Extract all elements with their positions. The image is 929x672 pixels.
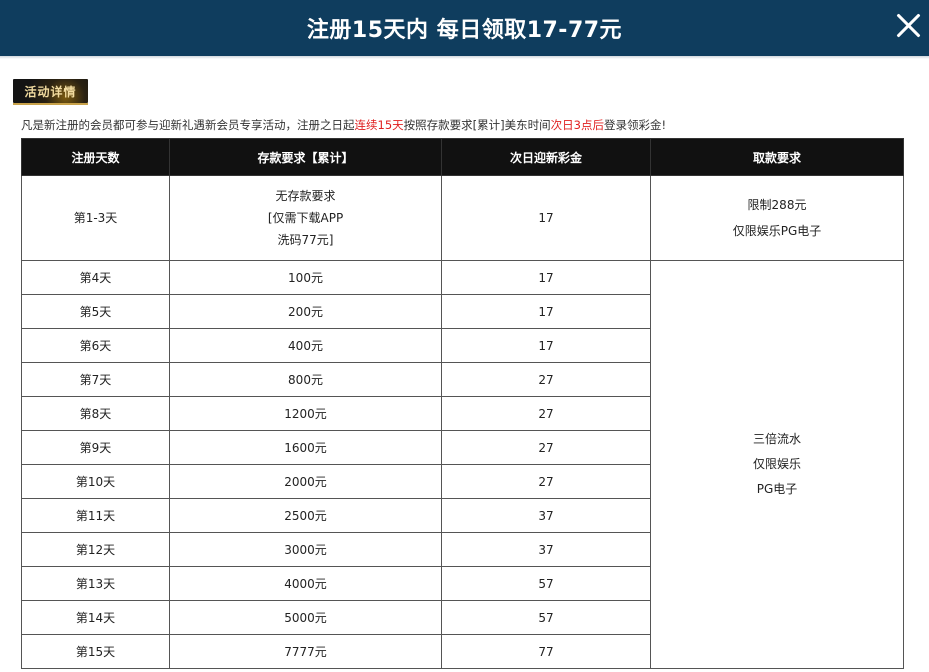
day-cell: 第13天 xyxy=(21,566,170,601)
bonus-cell: 17 xyxy=(441,294,651,329)
badge-underline xyxy=(13,103,88,105)
deposit-cell: 2500元 xyxy=(169,498,442,533)
deposit-cell: 3000元 xyxy=(169,532,442,567)
intro-part1: 凡是新注册的会员都可参与迎新礼遇新会员专享活动，注册之日起 xyxy=(21,118,355,132)
deposit-cell: 100元 xyxy=(169,260,442,295)
day-cell: 第15天 xyxy=(21,634,170,669)
day-cell: 第9天 xyxy=(21,430,170,465)
deposit-cell: 5000元 xyxy=(169,600,442,635)
day-cell: 第1-3天 xyxy=(21,175,170,261)
withdraw-line: 限制288元 xyxy=(747,198,807,212)
deposit-cell: 1200元 xyxy=(169,396,442,431)
bonus-cell: 77 xyxy=(441,634,651,669)
deposit-cell: 无存款要求 [仅需下载APP 洗码77元] xyxy=(169,175,442,261)
bonus-cell: 37 xyxy=(441,532,651,567)
day-cell: 第11天 xyxy=(21,498,170,533)
table-header-row: 注册天数 存款要求【累计】 次日迎新彩金 取款要求 xyxy=(21,138,904,176)
deposit-cell: 400元 xyxy=(169,328,442,363)
header-days: 注册天数 xyxy=(21,138,170,176)
deposit-cell: 200元 xyxy=(169,294,442,329)
deposit-line: [仅需下载APP xyxy=(267,211,344,225)
day-cell: 第6天 xyxy=(21,328,170,363)
day-cell: 第10天 xyxy=(21,464,170,499)
header-deposit: 存款要求【累计】 xyxy=(169,138,442,176)
activity-details-badge: 活动详情 xyxy=(13,79,88,103)
withdraw-cell: 限制288元 仅限娱乐PG电子 xyxy=(650,175,904,261)
deposit-cell: 7777元 xyxy=(169,634,442,669)
bonus-cell: 17 xyxy=(441,260,651,295)
bonus-cell: 27 xyxy=(441,362,651,397)
bonus-cell: 27 xyxy=(441,464,651,499)
intro-highlight-days: 连续15天 xyxy=(354,118,404,132)
deposit-cell: 4000元 xyxy=(169,566,442,601)
withdraw-line: 仅限娱乐PG电子 xyxy=(732,224,822,238)
close-icon[interactable] xyxy=(891,8,925,42)
bonus-cell: 37 xyxy=(441,498,651,533)
intro-part3: 按照存款要求[累计]美东时间 xyxy=(403,118,551,132)
header-divider xyxy=(0,56,929,59)
bonus-cell: 17 xyxy=(441,175,651,261)
withdraw-line: PG电子 xyxy=(756,482,798,496)
merged-withdraw-cell: 三倍流水仅限娱乐 PG电子 xyxy=(650,260,904,669)
bonus-cell: 27 xyxy=(441,396,651,431)
day-cell: 第14天 xyxy=(21,600,170,635)
deposit-line: 洗码77元] xyxy=(277,233,334,247)
intro-highlight-time: 次日3点后 xyxy=(550,118,604,132)
withdraw-line: 仅限娱乐 xyxy=(752,457,801,471)
deposit-line: 无存款要求 xyxy=(275,189,336,203)
table-row: 第1-3天 无存款要求 [仅需下载APP 洗码77元] 17 限制288元 仅限… xyxy=(21,175,904,261)
deposit-cell: 800元 xyxy=(169,362,442,397)
day-cell: 第5天 xyxy=(21,294,170,329)
table-row: 第4天 100元 17 三倍流水 仅限娱乐 PG电子 xyxy=(21,260,904,669)
intro-part5: 登录领彩金! xyxy=(603,118,667,132)
bonus-cell: 57 xyxy=(441,566,651,601)
badge-label: 活动详情 xyxy=(24,84,77,99)
intro-text: 凡是新注册的会员都可参与迎新礼遇新会员专享活动，注册之日起连续15天按照存款要求… xyxy=(21,117,666,133)
modal-header: 注册15天内 每日领取17-77元 xyxy=(0,0,929,56)
modal-title: 注册15天内 每日领取17-77元 xyxy=(306,18,623,43)
day-cell: 第8天 xyxy=(21,396,170,431)
day-cell: 第12天 xyxy=(21,532,170,567)
header-bonus: 次日迎新彩金 xyxy=(441,138,651,176)
bonus-cell: 17 xyxy=(441,328,651,363)
day-cell: 第4天 xyxy=(21,260,170,295)
bonus-cell: 57 xyxy=(441,600,651,635)
withdraw-line: 三倍流水 xyxy=(752,432,801,446)
day-cell: 第7天 xyxy=(21,362,170,397)
header-withdraw: 取款要求 xyxy=(650,138,904,176)
deposit-cell: 2000元 xyxy=(169,464,442,499)
bonus-cell: 27 xyxy=(441,430,651,465)
deposit-cell: 1600元 xyxy=(169,430,442,465)
bonus-rules-table: 注册天数 存款要求【累计】 次日迎新彩金 取款要求 第1-3天 无存款要求 [仅… xyxy=(21,138,904,669)
